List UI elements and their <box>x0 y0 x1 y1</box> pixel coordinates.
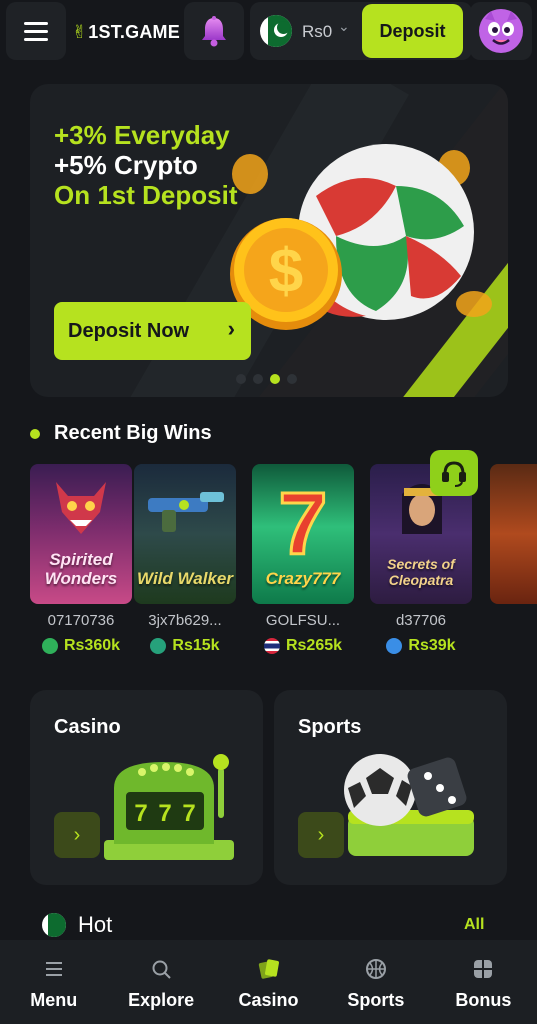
game-thumbnail[interactable]: Spirited Wonders <box>30 464 132 604</box>
menu-icon <box>41 956 67 982</box>
avatar-icon <box>479 9 523 53</box>
support-chat-button[interactable] <box>430 450 478 496</box>
diamond-icon <box>386 638 403 654</box>
deposit-button[interactable]: Deposit <box>362 4 463 58</box>
hamburger-menu-button[interactable] <box>6 2 66 60</box>
win-amount: Rs15k <box>134 637 236 655</box>
hot-section-title: Hot <box>42 912 112 938</box>
top-header: ✌ 1ST.GAME Rs0 ⌄ Deposit <box>0 0 537 64</box>
carousel-dot[interactable] <box>236 374 246 384</box>
carousel-dots <box>236 374 297 384</box>
win-amount-value: Rs39k <box>408 637 456 654</box>
logo-hand-icon: ✌ <box>72 21 88 42</box>
balance-amount: Rs0 <box>302 22 333 41</box>
casino-category-card[interactable]: Casino 7 7 7 › <box>30 690 263 885</box>
game-title: Crazy777 <box>265 569 341 588</box>
casino-open-button[interactable]: › <box>54 812 100 858</box>
win-amount: Rs39k <box>370 637 472 655</box>
win-card[interactable]: Wild Walker 3jx7b629... Rs15k <box>134 464 236 655</box>
nav-casino[interactable]: Casino <box>215 940 322 1024</box>
menu-bar <box>24 37 48 41</box>
promo-line-everyday: +3% Everyday <box>54 120 230 150</box>
banner-art: $ <box>230 144 492 330</box>
slot-machine-icon: 7 7 7 <box>104 754 234 860</box>
demon-mask-art <box>56 482 106 534</box>
menu-bar <box>24 21 48 25</box>
win-card[interactable]: Spirited Wonders 07170736 Rs360k <box>30 464 132 655</box>
winner-username: 07170736 <box>47 612 115 629</box>
nav-sports[interactable]: Sports <box>322 940 429 1024</box>
menu-bar <box>24 29 48 33</box>
recent-wins-title: Recent Big Wins <box>30 422 212 445</box>
pakistan-flag-icon <box>260 15 292 47</box>
deposit-now-button[interactable]: Deposit Now › <box>54 302 251 360</box>
carousel-dot[interactable] <box>253 374 263 384</box>
chevron-right-icon: › <box>227 316 235 341</box>
nav-explore[interactable]: Explore <box>107 940 214 1024</box>
winner-username: GOLFSU... <box>265 612 341 629</box>
svg-text:$: $ <box>269 237 303 306</box>
lucky-seven-art: 7 <box>277 478 329 562</box>
chevron-down-icon: ⌄ <box>338 18 350 34</box>
casino-card-title: Casino <box>54 716 121 738</box>
svg-text:7: 7 <box>134 800 147 827</box>
game-thumbnail[interactable]: Wild Walker <box>134 464 236 604</box>
win-amount-value: Rs15k <box>172 637 220 654</box>
hot-title: Hot <box>78 912 113 937</box>
game-thumbnail[interactable] <box>490 464 537 604</box>
nav-explore-label: Explore <box>128 990 195 1010</box>
brand-logo[interactable]: ✌ 1ST.GAME <box>72 18 180 46</box>
win-card[interactable]: 7 Crazy777 GOLFSU... Rs265k <box>252 464 354 655</box>
game-title: Secrets of Cleopatra <box>387 556 455 588</box>
green-coin-icon <box>41 638 58 654</box>
tether-icon <box>150 638 167 654</box>
svg-text:7: 7 <box>182 800 195 827</box>
hot-view-all-link[interactable]: All <box>464 916 484 934</box>
promo-line-crypto: +5% Crypto <box>54 150 198 180</box>
bell-icon <box>202 16 226 47</box>
gift-icon <box>470 956 496 982</box>
svg-text:7: 7 <box>279 478 328 562</box>
basketball-icon <box>363 956 389 982</box>
win-card[interactable] <box>490 464 537 612</box>
explore-icon <box>148 956 174 982</box>
deposit-now-label: Deposit Now <box>68 319 190 342</box>
carousel-dot-active[interactable] <box>270 374 280 384</box>
nav-menu-label: Menu <box>30 990 78 1010</box>
sports-card-title: Sports <box>298 716 362 738</box>
promo-banner[interactable]: +3% Everyday +5% Crypto On 1st Deposit $… <box>30 84 508 397</box>
win-amount: Rs360k <box>30 637 132 655</box>
carousel-dot[interactable] <box>287 374 297 384</box>
win-amount-value: Rs360k <box>63 637 121 654</box>
game-thumbnail[interactable]: 7 Crazy777 <box>252 464 354 604</box>
nav-sports-label: Sports <box>347 990 405 1010</box>
casino-cards-icon <box>256 956 282 982</box>
win-amount: Rs265k <box>252 637 354 655</box>
winner-username: 3jx7b629... <box>148 612 222 629</box>
nav-bonus[interactable]: Bonus <box>430 940 537 1024</box>
game-title: Spirited Wonders <box>44 550 118 588</box>
nav-menu[interactable]: Menu <box>0 940 107 1024</box>
blaster-gun-art <box>148 492 224 532</box>
headset-icon <box>442 461 466 487</box>
nav-casino-label: Casino <box>238 990 299 1010</box>
pakistan-flag-icon <box>42 913 66 937</box>
sports-open-button[interactable]: › <box>298 812 344 858</box>
win-amount-value: Rs265k <box>285 637 343 654</box>
nav-bonus-label: Bonus <box>455 990 512 1010</box>
logo-text: 1ST.GAME <box>88 21 180 42</box>
sports-ball-dice-icon <box>344 754 474 856</box>
profile-avatar-button[interactable] <box>470 2 532 60</box>
notifications-button[interactable] <box>184 2 244 60</box>
svg-text:7: 7 <box>158 800 171 827</box>
bullet-dot-icon <box>30 428 40 439</box>
promo-line-first-deposit: On 1st Deposit <box>54 180 238 210</box>
winner-username: d37706 <box>395 612 447 629</box>
sports-category-card[interactable]: Sports › <box>274 690 507 885</box>
game-title: Wild Walker <box>137 569 233 588</box>
thai-flag-icon <box>263 638 280 654</box>
recent-wins-label: Recent Big Wins <box>54 422 212 444</box>
bottom-navigation: Menu Explore Casino Sports Bonus <box>0 940 537 1024</box>
